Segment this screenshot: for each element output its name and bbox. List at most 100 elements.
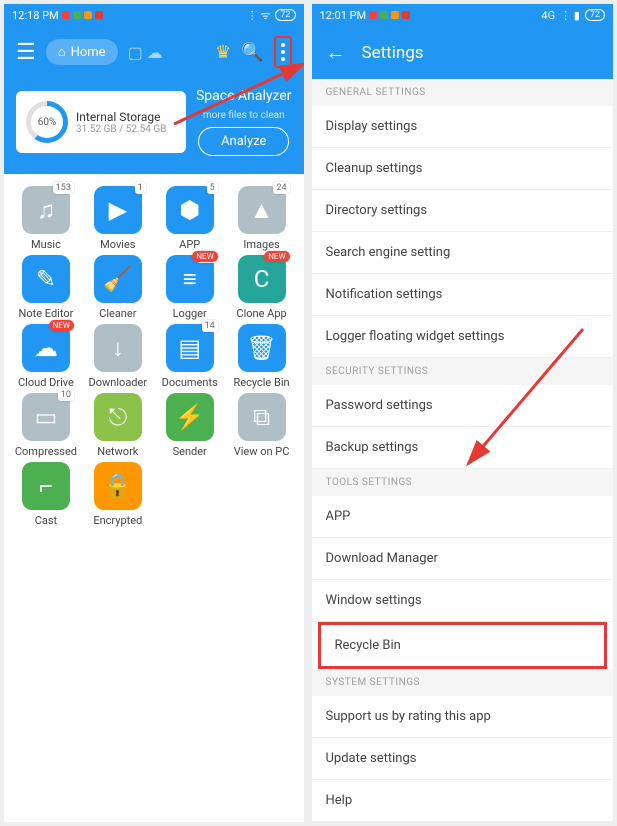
analyzer-title: Space Analyzer xyxy=(196,88,292,104)
app-icon: ♫153 xyxy=(22,186,70,234)
app-item[interactable]: ▲24Images xyxy=(228,186,296,251)
phone-home: 12:18 PM ⋮ ᯤ 72 ☰ ⌂ Home ▢ ☁ ♛ 🔍 xyxy=(4,4,304,822)
notif-dot xyxy=(73,11,81,19)
app-label: View on PC xyxy=(234,445,290,458)
notif-dot xyxy=(380,11,388,19)
back-icon[interactable]: ← xyxy=(326,40,346,65)
notif-dot xyxy=(369,11,377,19)
storage-percent: 60% xyxy=(31,106,63,138)
notif-dot xyxy=(391,11,399,19)
wifi-icon: ⋮ ᯤ xyxy=(247,8,271,23)
app-icon: ⬢5 xyxy=(166,186,214,234)
app-item[interactable]: ⬢5APP xyxy=(156,186,224,251)
storage-card[interactable]: 60% Internal Storage 31.52 GB / 52.54 GB xyxy=(16,91,186,153)
app-icon: ✎ xyxy=(22,255,70,303)
battery-indicator: 72 xyxy=(275,9,295,21)
app-label: Logger xyxy=(173,307,207,320)
setting-item[interactable]: Directory settings xyxy=(312,190,614,232)
app-item[interactable]: 🗑Recycle Bin xyxy=(228,324,296,389)
setting-item[interactable]: Download Manager xyxy=(312,538,614,580)
app-icon: ⌐ xyxy=(22,462,70,510)
app-icon: ≡288NEW xyxy=(166,255,214,303)
crown-icon[interactable]: ♛ xyxy=(215,42,231,63)
app-item[interactable]: ↓Downloader xyxy=(84,324,152,389)
setting-item[interactable]: Backup settings xyxy=(312,427,614,469)
home-tab[interactable]: ⌂ Home xyxy=(46,39,118,65)
app-item[interactable]: ⌐ Cast xyxy=(12,462,80,527)
app-item[interactable]: ⎋ Network xyxy=(84,393,152,458)
more-menu-icon[interactable] xyxy=(278,40,288,64)
notif-dot xyxy=(95,11,103,19)
app-icon: ▲24 xyxy=(238,186,286,234)
app-item[interactable]: ⚡ Sender xyxy=(156,393,224,458)
setting-item[interactable]: Update settings xyxy=(312,738,614,780)
setting-item[interactable]: APP xyxy=(312,496,614,538)
storage-ring: 60% xyxy=(26,101,68,143)
more-menu-highlight xyxy=(274,36,292,68)
app-item[interactable]: 🧹 Cleaner xyxy=(84,255,152,320)
status-bar: 12:18 PM ⋮ ᯤ 72 xyxy=(4,4,304,26)
setting-item-recycle-bin[interactable]: Recycle Bin xyxy=(318,622,608,669)
setting-item[interactable]: Logger floating widget settings xyxy=(312,316,614,358)
count-badge: 1 xyxy=(135,182,146,194)
app-label: Movies xyxy=(100,238,135,251)
app-label: Sender xyxy=(173,445,207,458)
app-item[interactable]: ≡288NEW Logger xyxy=(156,255,224,320)
app-icon: ⚡ xyxy=(166,393,214,441)
app-label: Cast xyxy=(35,514,57,527)
app-icon: ⎋ xyxy=(94,393,142,441)
home-icon: ⌂ xyxy=(58,44,66,60)
app-label: Clone App xyxy=(236,307,286,320)
app-label: Compressed xyxy=(15,445,77,458)
setting-item[interactable]: Password settings xyxy=(312,385,614,427)
count-badge: 14 xyxy=(202,320,218,332)
app-item[interactable]: ☁NEW Cloud Drive xyxy=(12,324,80,389)
status-bar: 12:01 PM 4G ⋮ ▮ 72 xyxy=(312,4,614,26)
menu-icon[interactable]: ☰ xyxy=(16,40,36,65)
settings-header: ← Settings xyxy=(312,26,614,79)
setting-item[interactable]: Notification settings xyxy=(312,274,614,316)
setting-item[interactable]: Help xyxy=(312,780,614,822)
status-time: 12:01 PM xyxy=(320,9,367,22)
storage-title: Internal Storage xyxy=(76,110,166,124)
app-label: Network xyxy=(97,445,138,458)
analyze-button[interactable]: Analyze xyxy=(198,127,289,156)
app-label: Encrypted xyxy=(93,514,142,527)
app-icon: 🧹 xyxy=(94,255,142,303)
page-title: Settings xyxy=(362,43,424,63)
count-badge: 10 xyxy=(58,389,74,401)
search-icon[interactable]: 🔍 xyxy=(241,42,263,63)
section-header: SYSTEM SETTINGS xyxy=(312,669,614,696)
app-icon: ⧉ xyxy=(238,393,286,441)
app-icon: ▭10 xyxy=(22,393,70,441)
app-item[interactable]: ⧉ View on PC xyxy=(228,393,296,458)
app-item[interactable]: ▭10 Compressed xyxy=(12,393,80,458)
setting-item[interactable]: Window settings xyxy=(312,580,614,622)
app-item[interactable]: ♫153Music xyxy=(12,186,80,251)
home-label: Home xyxy=(71,45,106,60)
app-icon: ▤14 xyxy=(166,324,214,372)
count-badge: 5 xyxy=(207,182,218,194)
app-label: Note Editor xyxy=(19,307,74,320)
setting-item[interactable]: Search engine setting xyxy=(312,232,614,274)
app-label: Recycle Bin xyxy=(234,376,290,389)
app-icon: CNEW xyxy=(238,255,286,303)
app-icon: ☁NEW xyxy=(22,324,70,372)
setting-item[interactable]: Support us by rating this app xyxy=(312,696,614,738)
app-item[interactable]: ▶1 Movies xyxy=(84,186,152,251)
app-icon: ▶1 xyxy=(94,186,142,234)
app-item[interactable]: CNEW Clone App xyxy=(228,255,296,320)
battery-indicator: 72 xyxy=(585,9,605,21)
app-item[interactable]: ▤14Documents xyxy=(156,324,224,389)
section-header: SECURITY SETTINGS xyxy=(312,358,614,385)
app-label: Cleaner xyxy=(99,307,136,320)
app-label: Cloud Drive xyxy=(18,376,74,389)
setting-item[interactable]: Display settings xyxy=(312,106,614,148)
setting-item[interactable]: Cleanup settings xyxy=(312,148,614,190)
tab-extra-icon[interactable]: ▢ ☁ xyxy=(128,43,163,62)
app-item[interactable]: 🔒Encrypted xyxy=(84,462,152,527)
notif-dot xyxy=(402,11,410,19)
app-item[interactable]: ✎ Note Editor xyxy=(12,255,80,320)
notif-dot xyxy=(62,11,70,19)
network-label: 4G xyxy=(541,9,555,22)
